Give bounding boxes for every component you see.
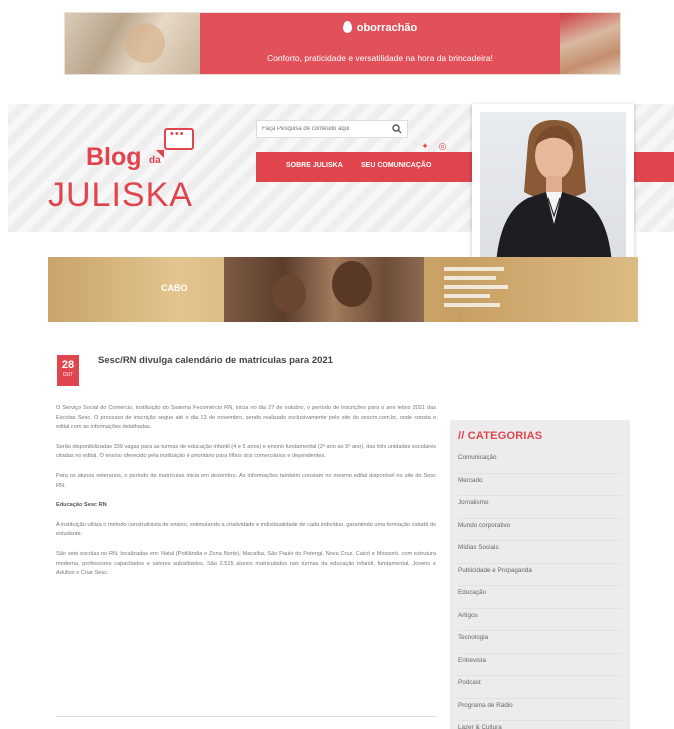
post-title[interactable]: Sesc/RN divulga calendário de matrículas… bbox=[98, 355, 333, 366]
nav-item-sobre[interactable]: SOBRE JULISKA bbox=[286, 162, 343, 169]
logo-blog-text: Blog bbox=[86, 143, 142, 171]
post-body: O Serviço Social do Comércio, instituiçã… bbox=[56, 404, 436, 589]
category-item[interactable]: Mundo corporativo bbox=[458, 519, 623, 541]
search-box bbox=[256, 120, 408, 138]
category-item[interactable]: Programa de Rádio bbox=[458, 699, 623, 721]
category-item[interactable]: Educação bbox=[458, 586, 623, 609]
site-header: Blog da JULISKA ✦ ◎ in SOBRE JULISKA SEU… bbox=[8, 104, 674, 274]
category-item[interactable]: Jornalismo bbox=[458, 496, 623, 519]
post-date-month: OUT bbox=[62, 372, 74, 378]
post-paragraph: A instituição utiliza o método construti… bbox=[56, 521, 436, 538]
banner-tagline: Conforto, praticidade e versatilidade na… bbox=[267, 53, 493, 63]
post-date-badge: 28 OUT bbox=[57, 355, 79, 386]
category-item[interactable]: Lazer & Cultura bbox=[458, 721, 623, 729]
categories-title: // CATEGORIAS bbox=[458, 430, 543, 442]
drop-icon bbox=[342, 21, 352, 33]
post-paragraph: O Serviço Social do Comércio, instituiçã… bbox=[56, 405, 436, 431]
secondary-ad-banner[interactable]: CABO bbox=[48, 257, 638, 322]
post-divider bbox=[56, 716, 436, 717]
logo-da-text: da bbox=[149, 155, 161, 166]
profile-photo-frame bbox=[472, 104, 634, 274]
ad-brand-text: CABO bbox=[161, 283, 188, 293]
ad-face-child bbox=[272, 275, 306, 313]
banner-photo-left bbox=[65, 13, 200, 74]
post-date-day: 28 bbox=[61, 359, 75, 371]
person-portrait bbox=[496, 120, 612, 264]
category-item[interactable]: Podcast bbox=[458, 676, 623, 699]
social-links: ✦ ◎ in bbox=[420, 136, 465, 169]
category-item[interactable]: Publicidade e Propaganda bbox=[458, 564, 623, 586]
search-icon[interactable] bbox=[390, 123, 404, 135]
post-paragraph: Para os alunos veteranos, o período de m… bbox=[56, 472, 436, 489]
ad-face-adult bbox=[332, 261, 372, 307]
banner-photo-right bbox=[560, 13, 620, 74]
twitter-icon[interactable]: ✦ bbox=[420, 141, 430, 151]
banner-brand-text: oborrachão bbox=[356, 22, 418, 34]
top-ad-banner[interactable]: oborrachão Conforto, praticidade e versa… bbox=[64, 12, 621, 75]
post-paragraph: Serão disponibilizadas 339 vagas para as… bbox=[56, 443, 436, 460]
ad-photo bbox=[224, 257, 424, 322]
logo-name-text: JULISKA bbox=[48, 176, 193, 214]
speech-bubble-icon bbox=[164, 128, 194, 150]
banner-brand-logo: oborrachão bbox=[200, 21, 560, 34]
category-item[interactable]: Comunicação bbox=[458, 451, 623, 474]
category-item[interactable]: Artigos bbox=[458, 609, 623, 631]
sidebar-categories: // CATEGORIAS Comunicação Mercado Jornal… bbox=[450, 420, 630, 729]
banner-center: oborrachão Conforto, praticidade e versa… bbox=[200, 13, 560, 74]
post-subtitle: Educação Sesc RN bbox=[56, 502, 107, 509]
category-item[interactable]: Mercado bbox=[458, 474, 623, 496]
nav-item-comunicacao[interactable]: SEU COMUNICAÇÃO bbox=[361, 162, 431, 169]
search-input[interactable] bbox=[257, 121, 387, 137]
category-item[interactable]: Mídias Sociais bbox=[458, 541, 623, 564]
blog-logo[interactable]: Blog da JULISKA bbox=[48, 128, 228, 228]
ad-contact-lines bbox=[444, 267, 514, 312]
category-item[interactable]: Entrevista bbox=[458, 654, 623, 676]
category-list: Comunicação Mercado Jornalismo Mundo cor… bbox=[458, 451, 623, 729]
category-item[interactable]: Tecnologia bbox=[458, 631, 623, 654]
instagram-icon[interactable]: ◎ bbox=[437, 141, 447, 151]
profile-photo bbox=[480, 112, 626, 264]
post-paragraph: São sete escolas no RN, localizadas em: … bbox=[56, 550, 436, 577]
